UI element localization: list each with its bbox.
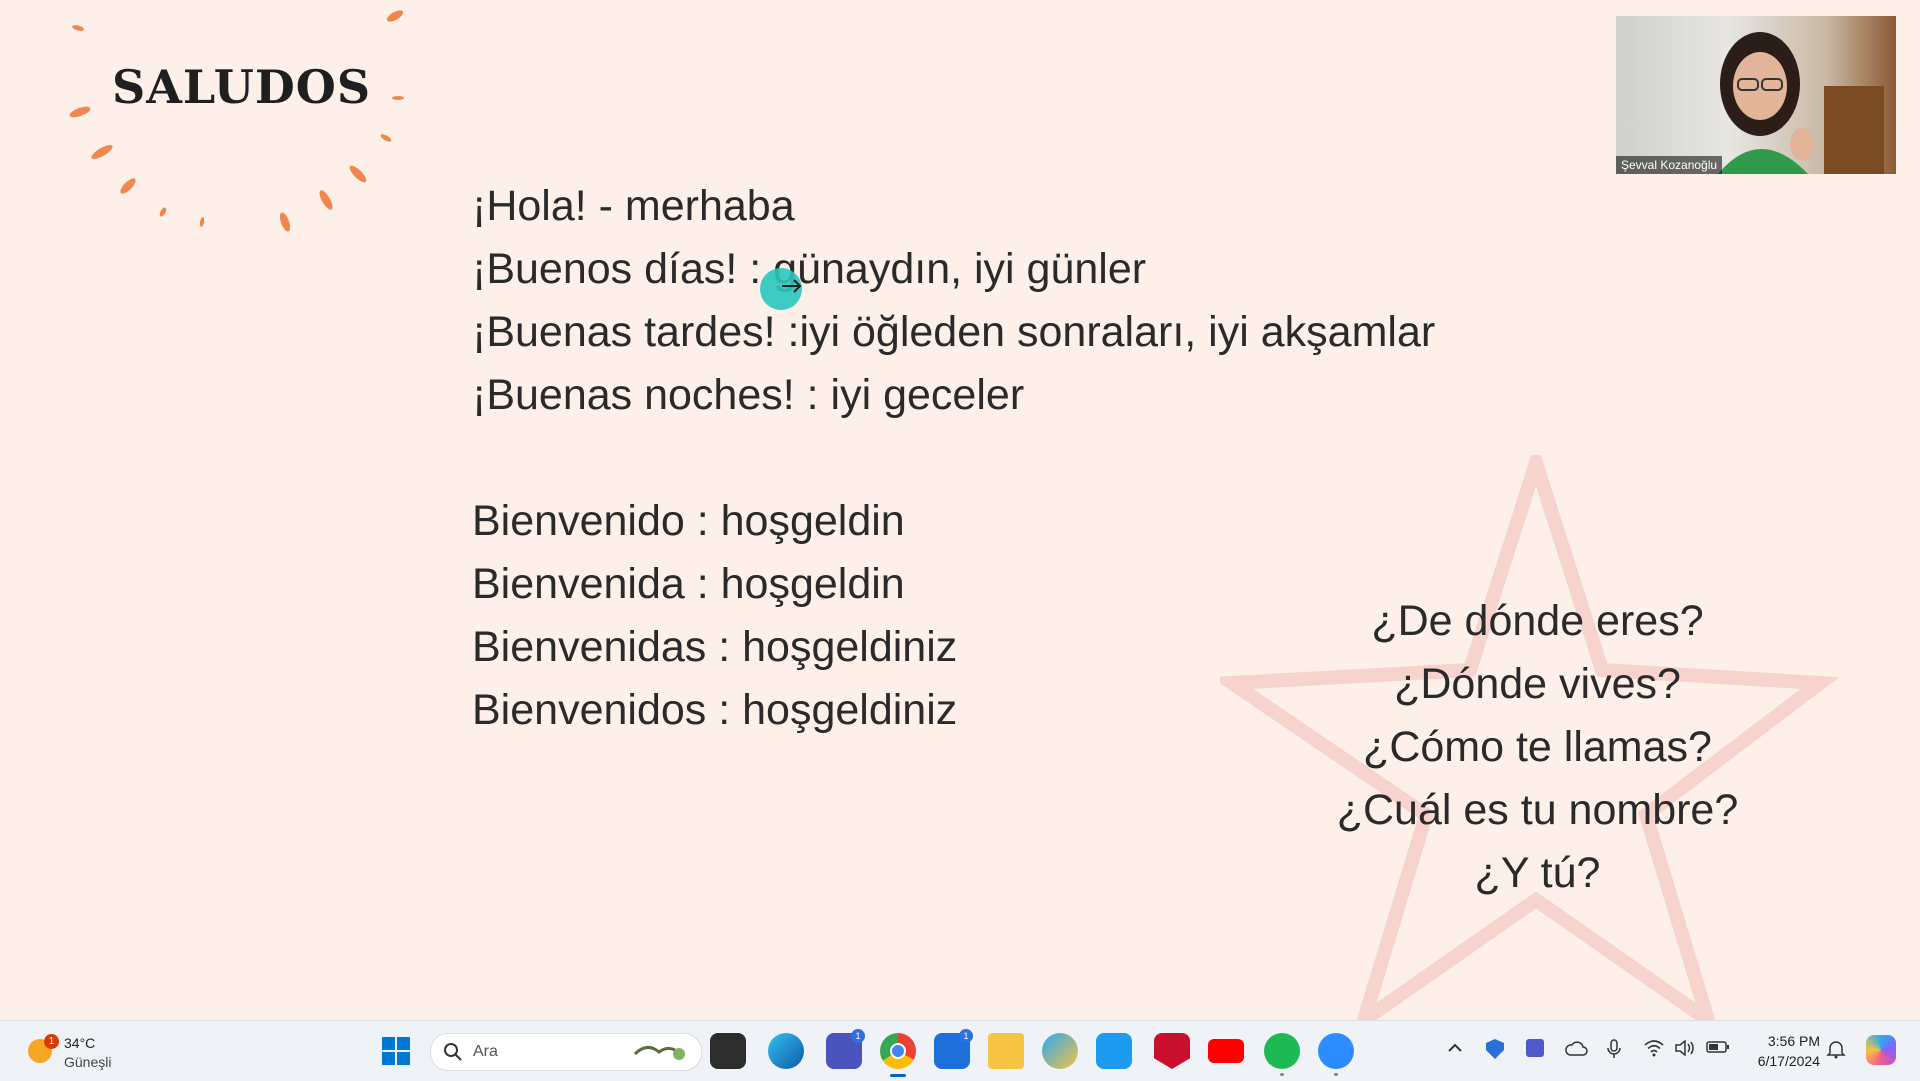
copilot-tray-icon[interactable] — [1866, 1035, 1896, 1065]
copilot-icon[interactable] — [1042, 1033, 1078, 1069]
chrome-icon[interactable] — [880, 1033, 916, 1077]
spotify-icon[interactable] — [1264, 1033, 1300, 1076]
file-explorer-icon[interactable] — [710, 1033, 746, 1069]
background-door — [1824, 86, 1884, 174]
system-clock[interactable]: 3:56 PM 6/17/2024 — [1740, 1031, 1820, 1071]
onedrive-cloud-icon[interactable] — [1564, 1039, 1588, 1057]
chevron-up-icon[interactable] — [1446, 1039, 1464, 1057]
taskbar-search-box[interactable]: Ara — [430, 1033, 702, 1071]
webcam-video-tile[interactable]: Şevval Kozanoğlu — [1616, 16, 1896, 174]
edge-icon[interactable] — [768, 1033, 804, 1069]
sunburst-decoration — [69, 10, 404, 232]
active-app-indicator — [890, 1074, 906, 1077]
shield-icon[interactable] — [1486, 1039, 1504, 1059]
greeting-line: ¡Buenos días! : günaydın, iyi günler — [472, 245, 1147, 293]
twitter-icon[interactable] — [1096, 1033, 1132, 1069]
folder-icon[interactable] — [988, 1033, 1024, 1069]
participant-name-label: Şevval Kozanoğlu — [1616, 156, 1723, 174]
running-app-indicator — [1334, 1073, 1338, 1076]
mcafee-icon[interactable] — [1154, 1033, 1190, 1069]
notification-bell-icon[interactable] — [1826, 1039, 1846, 1059]
slide-title: SALUDOS — [112, 60, 372, 114]
teams-icon[interactable]: 1 — [826, 1029, 865, 1069]
search-placeholder: Ara — [473, 1043, 498, 1060]
question-line: ¿Cuál es tu nombre? — [1336, 786, 1739, 834]
question-line: ¿Y tú? — [1474, 849, 1601, 897]
battery-icon[interactable] — [1706, 1039, 1730, 1055]
greeting-line: ¡Buenas noches! : iyi geceler — [472, 371, 1025, 419]
store-notification-badge: 1 — [959, 1029, 973, 1043]
store-icon[interactable]: 1 — [934, 1029, 973, 1069]
chrome-center-dot — [890, 1043, 906, 1059]
questions-list: ¿De dónde eres? ¿Dónde vives? ¿Cómo te l… — [1280, 590, 1795, 905]
clock-time: 3:56 PM — [1767, 1033, 1820, 1049]
arrow-cursor-icon — [782, 279, 802, 293]
weather-widget[interactable]: 1 34°C Güneşli — [24, 1029, 144, 1073]
search-icon — [444, 1043, 462, 1061]
clock-date: 6/17/2024 — [1757, 1053, 1820, 1069]
question-line: ¿Cómo te llamas? — [1363, 723, 1712, 771]
windows-taskbar: 1 34°C Güneşli Ara 1 1 3:56 PM 6/17/2024 — [0, 1020, 1920, 1081]
weather-temperature: 34°C — [64, 1035, 96, 1051]
running-app-indicator — [1280, 1073, 1284, 1076]
question-line: ¿Dónde vives? — [1394, 660, 1681, 708]
presentation-slide: SALUDOS ¡Hola! - merhaba ¡Buenos días! :… — [0, 0, 1920, 1020]
youtube-icon[interactable] — [1208, 1039, 1244, 1063]
teams-tray-icon[interactable] — [1526, 1039, 1544, 1057]
windows-start-icon[interactable] — [380, 1035, 412, 1067]
weather-alert-badge: 1 — [44, 1034, 59, 1049]
greeting-line: ¡Hola! - merhaba — [472, 182, 795, 230]
welcome-line: Bienvenido : hoşgeldin — [472, 497, 905, 545]
zoom-icon[interactable] — [1318, 1033, 1354, 1076]
question-line: ¿De dónde eres? — [1371, 597, 1704, 645]
volume-icon[interactable] — [1674, 1039, 1696, 1057]
wifi-icon[interactable] — [1644, 1039, 1664, 1057]
teams-notification-badge: 1 — [851, 1029, 865, 1043]
greeting-line: ¡Buenas tardes! :iyi öğleden sonraları, … — [472, 308, 1436, 356]
weather-condition: Güneşli — [64, 1054, 112, 1070]
participant-video — [1718, 32, 1814, 174]
bird-highlight-icon — [633, 1046, 685, 1060]
microphone-icon[interactable] — [1606, 1039, 1622, 1059]
